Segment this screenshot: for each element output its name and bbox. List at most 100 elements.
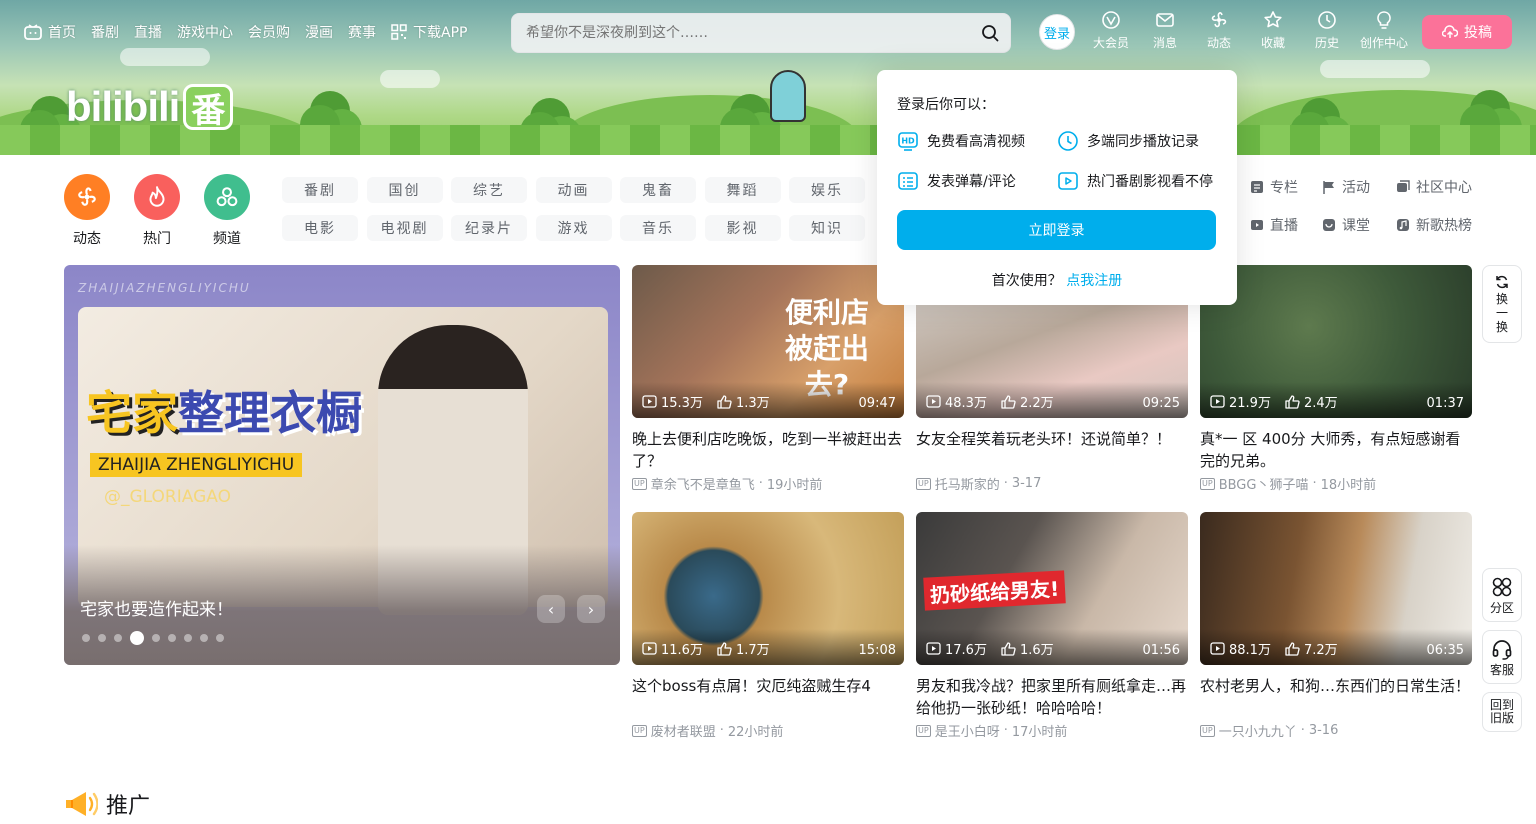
login-now-button[interactable]: 立即登录 — [897, 210, 1216, 250]
channel-pill[interactable]: 知识 — [789, 215, 865, 241]
nav-download-label: 下载APP — [413, 25, 468, 41]
video-meta[interactable]: UP 托马斯家的 · 3-17 — [916, 474, 1188, 493]
zone-label: 分区 — [1489, 600, 1514, 615]
nav-creator-center[interactable]: 创作中心 — [1354, 10, 1414, 51]
carousel-dot[interactable] — [184, 634, 192, 642]
video-thumbnail[interactable]: 11.6万 1.7万 15:08 — [632, 512, 904, 665]
video-author: BBGG丶狮子喵 — [1218, 478, 1309, 493]
channel-pill[interactable]: 游戏 — [535, 215, 612, 241]
carousel-dot[interactable] — [98, 634, 106, 642]
channel-channels[interactable]: 频道 — [204, 174, 250, 248]
video-title[interactable]: 农村老男人，和狗…东西们的日常生活！ — [1200, 675, 1472, 719]
carousel-dot[interactable] — [82, 634, 90, 642]
channel-pill[interactable]: 综艺 — [451, 177, 527, 203]
nav-vip[interactable]: 大会员 — [1084, 10, 1138, 51]
channel-pill[interactable]: 国创 — [366, 177, 443, 203]
video-meta[interactable]: UP 章余飞不是章鱼飞 · 19小时前 — [632, 474, 904, 493]
video-title[interactable]: 这个boss有点屑！灾厄纯盗贼生存4 — [632, 675, 904, 719]
old-version-float: 回到旧版 — [1482, 692, 1522, 732]
video-title[interactable]: 女友全程笑着玩老头环！还说简单？！ — [916, 428, 1188, 472]
nav-home[interactable]: 首页 — [24, 22, 76, 42]
nav-message[interactable]: 消息 — [1138, 10, 1192, 51]
video-card[interactable]: 21.9万 2.4万 01:37 真*一 区 400分 大师秀，有点短感谢看完的… — [1200, 265, 1472, 493]
channel-pill[interactable]: 纪录片 — [451, 215, 527, 241]
channel-pill[interactable]: 电影 — [282, 215, 358, 241]
view-count: 88.1万 — [1210, 639, 1271, 658]
nav-favorite[interactable]: 收藏 — [1246, 10, 1300, 51]
side-channel-community[interactable]: 社区中心 — [1396, 174, 1486, 200]
channel-pill[interactable]: 舞蹈 — [704, 177, 781, 203]
nav-bangumi[interactable]: 番剧 — [91, 22, 119, 42]
nav-history[interactable]: 历史 — [1300, 10, 1354, 51]
refresh-button[interactable]: 换一换 — [1482, 265, 1522, 343]
nav-game-center[interactable]: 游戏中心 — [177, 22, 233, 42]
channel-pill[interactable]: 影视 — [704, 215, 781, 241]
side-channel-label: 直播 — [1270, 218, 1298, 234]
upload-button[interactable]: 投稿 — [1422, 15, 1512, 49]
register-link[interactable]: 点我注册 — [1066, 273, 1122, 289]
video-card[interactable]: 11.6万 1.7万 15:08 这个boss有点屑！灾厄纯盗贼生存4 UP 废材… — [632, 512, 904, 740]
search-input[interactable] — [512, 14, 970, 52]
channel-pill[interactable]: 音乐 — [620, 215, 696, 241]
nav-download-app[interactable]: 下载APP — [391, 22, 467, 42]
nav-match[interactable]: 赛事 — [348, 22, 376, 42]
view-count-value: 48.3万 — [945, 396, 987, 411]
video-title[interactable]: 晚上去便利店吃晚饭，吃到一半被赶出去了？ — [632, 428, 904, 472]
video-title[interactable]: 真*一 区 400分 大师秀，有点短感谢看完的兄弟。 — [1200, 428, 1472, 472]
channel-dynamic[interactable]: 动态 — [64, 174, 110, 248]
carousel-watermark: ZHAIJIAZHENGLIYICHU — [78, 281, 251, 295]
nav-mall[interactable]: 会员购 — [248, 22, 290, 42]
channel-pill[interactable]: 动画 — [535, 177, 612, 203]
nav-live[interactable]: 直播 — [134, 22, 162, 42]
video-duration: 01:37 — [1426, 396, 1464, 411]
view-count-value: 15.3万 — [661, 396, 703, 411]
old-version-button[interactable]: 回到旧版 — [1482, 692, 1522, 732]
video-meta[interactable]: UP BBGG丶狮子喵 · 18小时前 — [1200, 474, 1472, 493]
bilibili-logo[interactable]: bilibili 番 — [66, 82, 234, 132]
channel-pill[interactable]: 娱乐 — [789, 177, 865, 203]
login-avatar[interactable]: 登录 — [1039, 14, 1075, 50]
video-card[interactable]: 便利店 被赶出去? 15.3万 1.3万 09:47 晚上去便利店吃晚饭，吃到一… — [632, 265, 904, 493]
channel-pill[interactable]: 电视剧 — [366, 215, 443, 241]
view-count: 11.6万 — [642, 639, 703, 658]
side-channel-live[interactable]: 直播 — [1250, 212, 1320, 238]
service-button[interactable]: 客服 — [1482, 630, 1522, 684]
nav-dynamic[interactable]: 动态 — [1192, 10, 1246, 51]
channel-pill[interactable]: 鬼畜 — [620, 177, 696, 203]
nav-manga[interactable]: 漫画 — [305, 22, 333, 42]
banner-carousel[interactable]: ZHAIJIAZHENGLIYICHU 宅家整理衣橱 ZHAIJIA ZHENG… — [64, 265, 620, 665]
side-channel-classroom[interactable]: 课堂 — [1322, 212, 1394, 238]
video-title[interactable]: 男友和我冷战？把家里所有厕纸拿走…再给他扔一张砂纸！哈哈哈哈！ — [916, 675, 1188, 719]
video-thumbnail[interactable]: 21.9万 2.4万 01:37 — [1200, 265, 1472, 418]
carousel-next-button[interactable]: › — [577, 595, 605, 623]
video-card[interactable]: 88.1万 7.2万 06:35 农村老男人，和狗…东西们的日常生活！ UP 一只… — [1200, 512, 1472, 740]
nav-favorite-label: 收藏 — [1260, 36, 1285, 50]
search-button[interactable] — [970, 24, 1010, 42]
carousel-dot[interactable] — [168, 634, 176, 642]
upload-label: 投稿 — [1464, 25, 1492, 41]
zone-button[interactable]: 分区 — [1482, 568, 1522, 622]
video-thumbnail[interactable]: 便利店 被赶出去? 15.3万 1.3万 09:47 — [632, 265, 904, 418]
channel-pill[interactable]: 番剧 — [282, 177, 358, 203]
video-thumbnail[interactable]: 扔砂纸给男友! 17.6万 1.6万 01:56 — [916, 512, 1188, 665]
side-channel-music-chart[interactable]: 新歌热榜 — [1396, 212, 1486, 238]
video-meta[interactable]: UP 一只小九九丫 · 3-16 — [1200, 721, 1472, 740]
carousel-dot[interactable] — [216, 634, 224, 642]
video-meta[interactable]: UP 是王小白呀 · 17小时前 — [916, 721, 1188, 740]
video-thumbnail[interactable]: 88.1万 7.2万 06:35 — [1200, 512, 1472, 665]
carousel-dot[interactable] — [152, 634, 160, 642]
side-channel-activity[interactable]: 活动 — [1322, 174, 1394, 200]
live-icon — [1251, 220, 1263, 230]
carousel-caption[interactable]: 宅家也要造作起来！ — [80, 595, 233, 620]
carousel-dot[interactable] — [114, 634, 122, 642]
side-channel-column[interactable]: 专栏 — [1250, 174, 1320, 200]
video-card[interactable]: 扔砂纸给男友! 17.6万 1.6万 01:56 男友和我冷战？把家里所有厕纸拿… — [916, 512, 1188, 740]
carousel-dot[interactable] — [130, 631, 144, 645]
old-version-label: 回到旧版 — [1489, 698, 1514, 725]
carousel-prev-button[interactable]: ‹ — [537, 595, 565, 623]
carousel-dot[interactable] — [200, 634, 208, 642]
channel-hot[interactable]: 热门 — [134, 174, 180, 248]
refresh-label: 换一换 — [1496, 291, 1509, 334]
thumbnail-overlay-text: 扔砂纸给男友! — [923, 570, 1066, 611]
video-meta[interactable]: UP 废材者联盟 · 22小时前 — [632, 721, 904, 740]
